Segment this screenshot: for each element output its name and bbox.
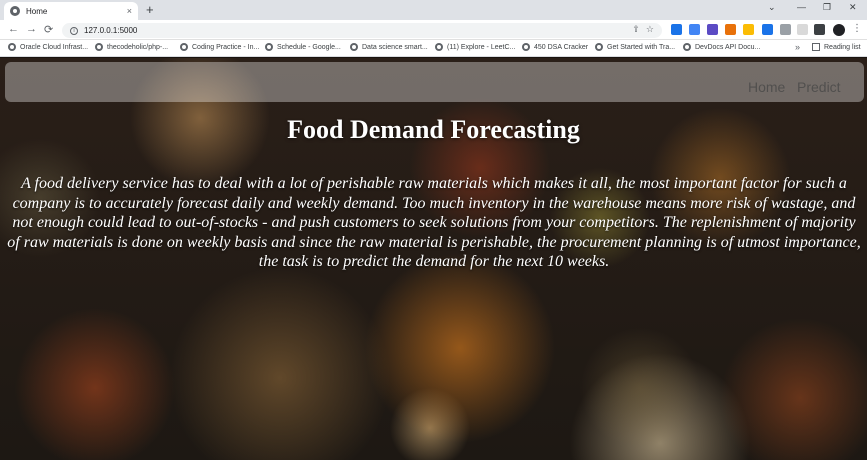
bookmarks-overflow-icon[interactable]: » xyxy=(795,42,800,52)
bookmark-label: Coding Practice - In... xyxy=(192,43,260,51)
bookmark-item[interactable]: DevDocs API Docu... xyxy=(683,43,760,51)
bookmarks-bar: Oracle Cloud Infrast... thecodeholic/php… xyxy=(0,40,867,57)
globe-icon xyxy=(180,43,188,51)
bookmark-label: Schedule - Google... xyxy=(277,43,341,51)
nav-link-predict[interactable]: Predict xyxy=(797,79,841,95)
menu-kebab-icon[interactable]: ⋮ xyxy=(852,23,862,34)
address-url[interactable]: 127.0.0.1:5000 xyxy=(84,26,137,35)
bookmark-star-icon[interactable]: ☆ xyxy=(646,24,654,35)
minimize-button[interactable]: — xyxy=(797,2,806,12)
bookmark-item[interactable]: Get Started with Tra... xyxy=(595,43,675,51)
bookmark-item[interactable]: 450 DSA Cracker xyxy=(522,43,588,51)
globe-icon xyxy=(435,43,443,51)
extensions-puzzle-icon[interactable] xyxy=(814,24,825,35)
translate-extension-icon[interactable] xyxy=(689,24,700,35)
page-title: Food Demand Forecasting xyxy=(287,115,580,144)
page-description: A food delivery service has to deal with… xyxy=(7,175,861,270)
extension-icon-5[interactable] xyxy=(743,24,754,35)
extension-icon-8[interactable] xyxy=(797,24,808,35)
site-navbar: Home Predict xyxy=(5,62,864,102)
reading-list-button[interactable]: Reading list xyxy=(812,43,861,51)
bookmark-item[interactable]: Coding Practice - In... xyxy=(180,43,259,51)
reading-list-label: Reading list xyxy=(824,43,861,51)
globe-icon xyxy=(95,43,103,51)
bookmark-label: Data science smart... xyxy=(362,43,428,51)
tab-home[interactable]: Home × xyxy=(4,2,138,20)
globe-icon xyxy=(265,43,273,51)
bookmark-label: Oracle Cloud Infrast... xyxy=(20,43,89,51)
tab-title: Home xyxy=(26,6,48,16)
globe-icon xyxy=(595,43,603,51)
globe-icon xyxy=(10,6,20,16)
reading-list-icon xyxy=(812,43,820,51)
download-icon[interactable] xyxy=(762,24,773,35)
extension-icon-4[interactable] xyxy=(725,24,736,35)
bookmark-label: thecodeholic/php-... xyxy=(107,43,169,51)
new-tab-button[interactable]: + xyxy=(146,2,154,17)
restore-button[interactable]: ❐ xyxy=(823,2,831,13)
forward-button[interactable]: → xyxy=(26,23,37,35)
bookmark-label: Get Started with Tra... xyxy=(607,43,676,51)
page-hero-background: Home Predict Food Demand Forecasting A f… xyxy=(0,58,867,460)
tab-close-icon[interactable]: × xyxy=(127,6,132,16)
tab-strip: Home × + ⌄ — ❐ ✕ xyxy=(0,0,867,20)
chevron-down-icon[interactable]: ⌄ xyxy=(768,2,776,13)
extension-icon-1[interactable] xyxy=(671,24,682,35)
share-icon[interactable]: ⇪ xyxy=(632,24,640,35)
back-button[interactable]: ← xyxy=(8,23,19,35)
browser-toolbar: ← → ⟳ i 127.0.0.1:5000 ⇪ ☆ ⋮ xyxy=(0,20,867,40)
bookmark-item[interactable]: Oracle Cloud Infrast... xyxy=(8,43,88,51)
globe-icon xyxy=(683,43,691,51)
bookmark-item[interactable]: Schedule - Google... xyxy=(265,43,341,51)
close-window-button[interactable]: ✕ xyxy=(849,2,857,13)
bookmark-item[interactable]: thecodeholic/php-... xyxy=(95,43,168,51)
globe-icon xyxy=(8,43,16,51)
address-bar[interactable]: i 127.0.0.1:5000 ⇪ ☆ xyxy=(62,23,662,38)
globe-icon xyxy=(350,43,358,51)
profile-avatar[interactable] xyxy=(833,24,845,36)
reload-button[interactable]: ⟳ xyxy=(44,23,53,36)
extension-icon-7[interactable] xyxy=(780,24,791,35)
globe-icon xyxy=(522,43,530,51)
bookmark-item[interactable]: (11) Explore - LeetC... xyxy=(435,43,515,51)
site-info-icon[interactable]: i xyxy=(70,26,78,35)
bookmark-label: (11) Explore - LeetC... xyxy=(447,43,516,51)
nav-link-home[interactable]: Home xyxy=(748,79,785,95)
bookmark-label: DevDocs API Docu... xyxy=(695,43,761,51)
bookmark-label: 450 DSA Cracker xyxy=(534,43,589,51)
extension-icon-3[interactable] xyxy=(707,24,718,35)
bookmark-item[interactable]: Data science smart... xyxy=(350,43,428,51)
